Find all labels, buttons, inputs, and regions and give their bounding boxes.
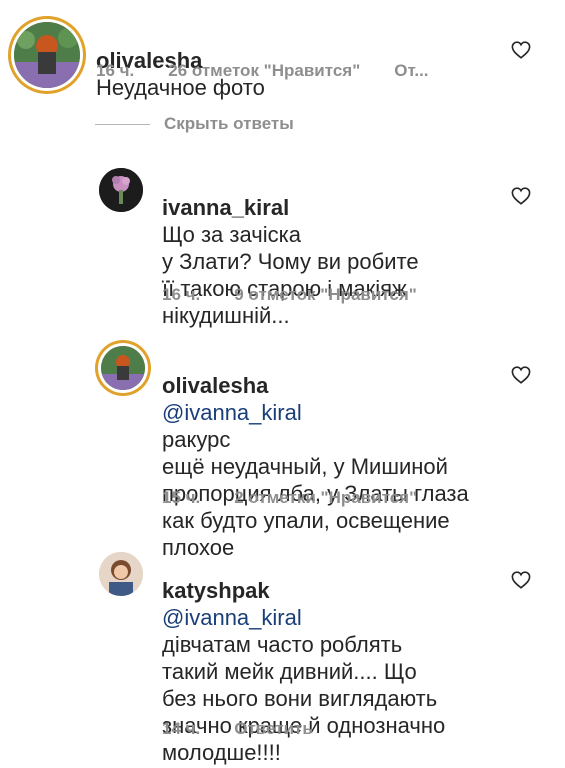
comment-time: 16 ч. — [162, 285, 201, 304]
comment-text: Що за зачіска у Злати? Чому ви робите її… — [162, 222, 419, 328]
comment-likes[interactable]: 9 отметок "Нравится" — [234, 285, 417, 305]
comment-mention[interactable]: @ivanna_kiral — [162, 605, 302, 630]
hide-replies-label: Скрыть ответы — [164, 114, 294, 133]
profile-photo-icon — [101, 346, 145, 390]
hide-replies-toggle[interactable]: Скрыть ответы — [95, 114, 294, 134]
like-heart-icon[interactable] — [511, 187, 531, 205]
divider — [95, 123, 150, 125]
comment-mention[interactable]: @ivanna_kiral — [162, 400, 302, 425]
comment-likes[interactable]: 26 отметок "Нравится" — [168, 61, 360, 81]
like-heart-icon[interactable] — [511, 571, 531, 589]
comment-time: 16 ч. — [96, 61, 135, 80]
avatar[interactable] — [101, 346, 145, 390]
avatar[interactable] — [99, 552, 143, 596]
profile-photo-icon — [99, 552, 143, 596]
avatar[interactable] — [99, 168, 143, 212]
avatar[interactable] — [14, 22, 80, 88]
profile-photo-icon — [99, 168, 143, 212]
comment-time: 14 ч. — [162, 719, 201, 738]
comment-time: 15 ч. — [162, 488, 201, 507]
comment-text: дівчатам часто роблять такий мейк дивний… — [162, 632, 446, 765]
profile-photo-icon — [14, 22, 80, 88]
like-heart-icon[interactable] — [511, 366, 531, 384]
reply-button[interactable]: Ответить — [234, 719, 313, 739]
comment-username[interactable]: ivanna_kiral — [162, 195, 289, 220]
comment-username[interactable]: katyshpak — [162, 578, 270, 603]
reply-button[interactable]: От... — [394, 61, 428, 81]
comment-likes[interactable]: 2 отметки "Нравится" — [234, 488, 417, 508]
like-heart-icon[interactable] — [511, 41, 531, 59]
comment-username[interactable]: olivalesha — [162, 373, 268, 398]
